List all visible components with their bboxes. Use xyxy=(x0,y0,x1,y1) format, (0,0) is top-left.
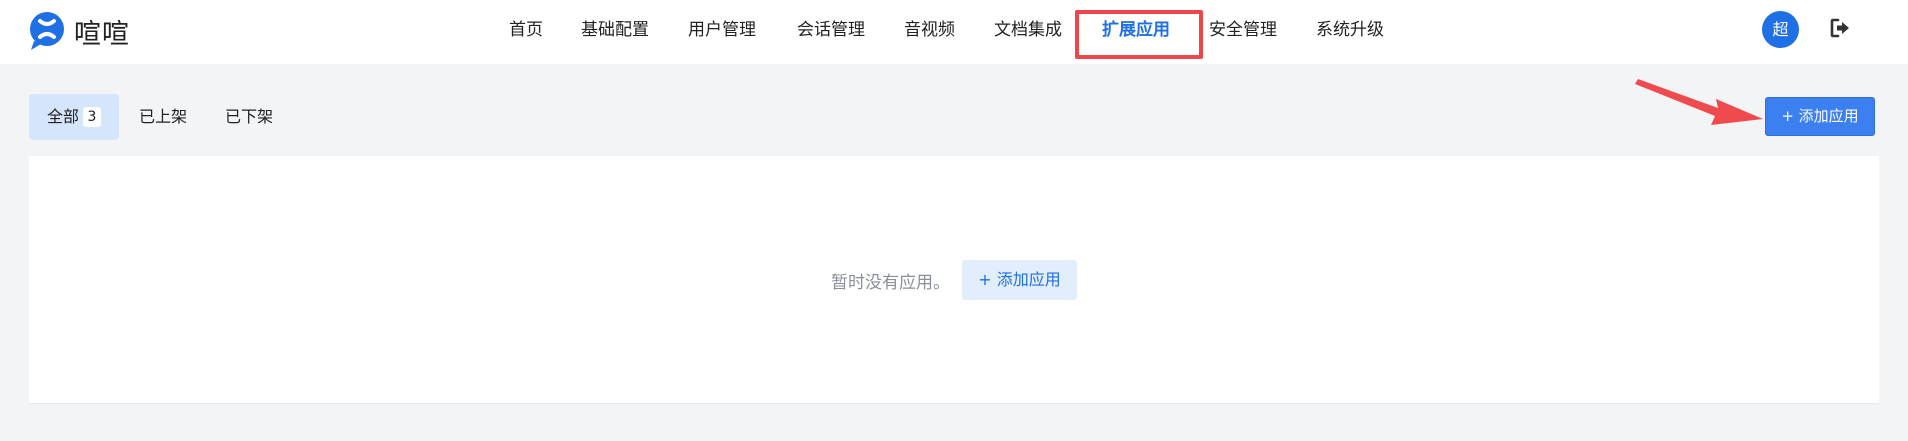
filter-tab-unpublished[interactable]: 已下架 xyxy=(225,94,273,140)
nav-item-basic-config[interactable]: 基础配置 xyxy=(581,0,649,60)
annotation-arrow xyxy=(1635,79,1763,125)
add-app-button[interactable]: + 添加应用 xyxy=(1765,97,1875,136)
top-navbar: 喧喧 首页 基础配置 用户管理 会话管理 音视频 文档集成 扩展应用 安全管理 … xyxy=(0,0,1908,64)
empty-state-add-app-button[interactable]: + 添加应用 xyxy=(962,260,1077,300)
nav-item-document-integration[interactable]: 文档集成 xyxy=(994,0,1062,60)
empty-state-text: 暂时没有应用。 xyxy=(831,273,950,293)
nav-item-user-management[interactable]: 用户管理 xyxy=(688,0,756,60)
nav-item-home[interactable]: 首页 xyxy=(509,0,543,60)
sign-out-icon[interactable] xyxy=(1829,17,1851,39)
app-name: 喧喧 xyxy=(74,18,130,50)
app-logo[interactable]: 喧喧 xyxy=(28,11,130,51)
nav-item-conversation-management[interactable]: 会话管理 xyxy=(797,0,865,60)
nav-item-audio-video[interactable]: 音视频 xyxy=(904,0,955,60)
filter-tab-all-label: 全部 xyxy=(47,107,80,126)
apps-list-panel: 暂时没有应用。 + 添加应用 xyxy=(29,156,1879,404)
nav-item-security-management[interactable]: 安全管理 xyxy=(1209,0,1277,60)
filter-tab-all[interactable]: 全部 3 xyxy=(29,94,120,140)
nav-item-system-upgrade[interactable]: 系统升级 xyxy=(1316,0,1384,60)
user-avatar[interactable]: 超 xyxy=(1762,11,1799,48)
nav-item-extension-apps[interactable]: 扩展应用 xyxy=(1102,0,1170,60)
filter-tab-all-count: 3 xyxy=(83,106,102,127)
xuanxuan-logo-icon xyxy=(30,12,64,50)
filter-tab-published[interactable]: 已上架 xyxy=(139,94,187,140)
